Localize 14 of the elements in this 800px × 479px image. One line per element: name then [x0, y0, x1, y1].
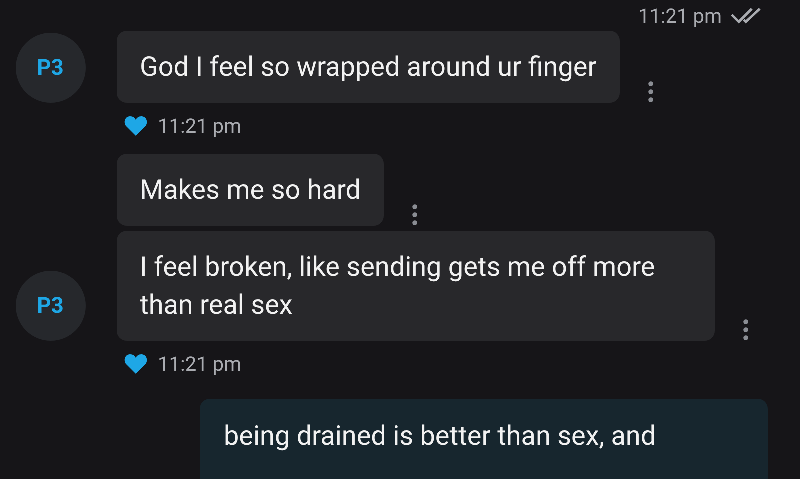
avatar[interactable]: P3 [16, 271, 86, 341]
more-options-icon[interactable] [648, 81, 654, 103]
heart-icon[interactable] [124, 353, 148, 375]
more-options-icon[interactable] [412, 204, 418, 226]
message-text: God I feel so wrapped around ur finger [140, 50, 597, 85]
more-options-icon[interactable] [743, 319, 749, 341]
message-time: 11:21 pm [158, 351, 242, 378]
avatar[interactable]: P3 [16, 33, 86, 103]
message-time: 11:21 pm [158, 113, 242, 140]
message-time: 11:21 pm [638, 2, 722, 30]
message-text: being drained is better than sex, and [224, 419, 658, 454]
heart-icon[interactable] [124, 115, 148, 137]
message-text: I feel broken, like sending gets me off more than real sex [140, 250, 656, 323]
message-text: Makes me so hard [140, 173, 362, 208]
